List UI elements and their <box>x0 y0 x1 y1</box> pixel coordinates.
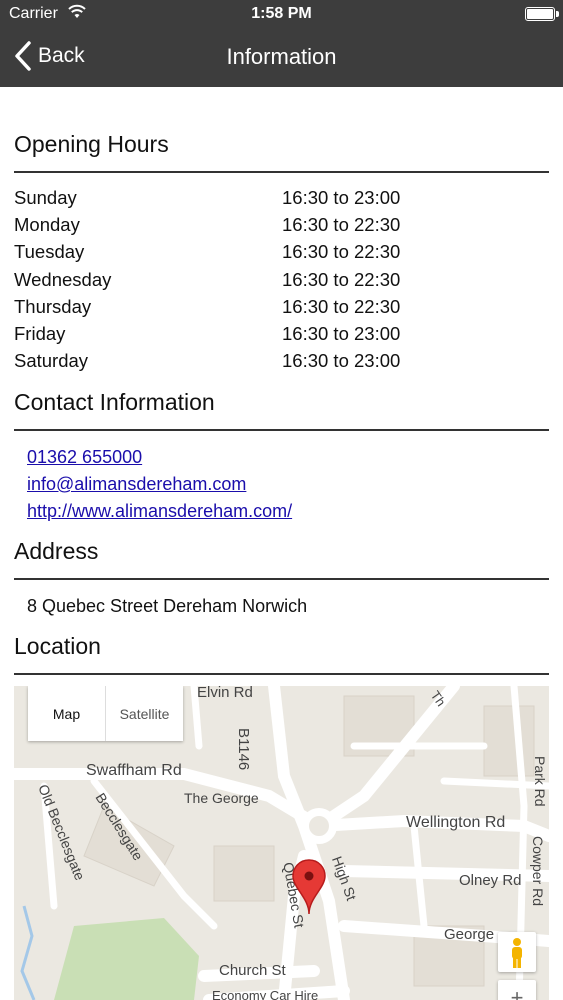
location-heading: Location <box>14 633 101 659</box>
divider <box>14 171 549 173</box>
street-view-pegman-icon[interactable] <box>498 932 536 972</box>
map-label: Elvin Rd <box>197 686 253 701</box>
day-label: Sunday <box>14 187 77 208</box>
map-type-map-button[interactable]: Map <box>28 686 105 741</box>
hours-value: 16:30 to 22:30 <box>282 268 401 290</box>
hours-value: 16:30 to 23:00 <box>282 322 401 344</box>
map-label: George <box>444 926 495 943</box>
hours-row: Tuesday 16:30 to 22:30 <box>14 238 549 265</box>
status-bar: Carrier 1:58 PM <box>0 0 563 30</box>
day-label: Monday <box>14 214 80 236</box>
location-pin-icon[interactable] <box>291 858 327 916</box>
hours-row: Wednesday 16:30 to 22:30 <box>14 266 549 293</box>
day-label: Friday <box>14 322 66 344</box>
map-label: B1146 <box>235 728 252 771</box>
opening-hours-section: Opening Hours <box>14 130 549 173</box>
contact-section: Contact Information <box>14 388 549 431</box>
hours-value: 16:30 to 23:00 <box>282 187 401 208</box>
divider <box>14 673 549 675</box>
day-label: Thursday <box>14 295 92 317</box>
hours-row: Thursday 16:30 to 22:30 <box>14 293 549 320</box>
contact-heading: Contact Information <box>14 389 215 415</box>
map-label: Cowper Rd <box>530 836 546 907</box>
map-label: The George <box>184 790 259 806</box>
hours-row: Monday 16:30 to 22:30 <box>14 211 549 238</box>
location-map[interactable]: Elvin Rd B1146 Swaffham Rd The George We… <box>14 686 549 1000</box>
hours-value: 16:30 to 22:30 <box>282 295 401 317</box>
map-label: Olney Rd <box>459 872 522 889</box>
opening-hours-table: Sunday 16:30 to 23:00 Monday 16:30 to 22:3… <box>14 184 549 374</box>
page-title: Information <box>226 44 337 69</box>
map-label: Park Rd <box>532 756 548 807</box>
hours-row: Saturday 16:30 to 23:00 <box>14 347 549 374</box>
hours-value: 16:30 to 22:30 <box>282 214 401 236</box>
day-label: Saturday <box>14 350 89 372</box>
opening-hours-heading: Opening Hours <box>14 131 169 157</box>
map-label: Economy Car Hire <box>212 988 319 1000</box>
address-section: Address <box>14 537 549 580</box>
hours-row: Friday 16:30 to 23:00 <box>14 320 549 347</box>
map-label: Wellington Rd <box>406 814 506 831</box>
website-link[interactable]: http://www.alimansdereham.com/ <box>27 498 292 525</box>
day-label: Tuesday <box>14 241 85 263</box>
navigation-bar: Carrier 1:58 PM Back Information <box>0 0 563 87</box>
zoom-in-button[interactable]: + <box>498 980 536 1000</box>
map-type-control: Map Satellite <box>28 686 183 741</box>
hours-row: Sunday 16:30 to 23:00 <box>14 184 549 211</box>
phone-link[interactable]: 01362 655000 <box>27 444 292 471</box>
status-time: 1:58 PM <box>251 5 312 22</box>
location-section: Location <box>14 632 549 675</box>
day-label: Wednesday <box>14 268 112 290</box>
map-type-satellite-button[interactable]: Satellite <box>105 686 183 741</box>
address-heading: Address <box>14 538 99 564</box>
map-label: Swaffham Rd <box>86 762 182 779</box>
email-link[interactable]: info@alimansdereham.com <box>27 471 292 498</box>
divider <box>14 578 549 580</box>
address-text: 8 Quebec Street Dereham Norwich <box>27 596 308 616</box>
contact-links: 01362 655000 info@alimansdereham.com htt… <box>27 444 292 525</box>
hours-value: 16:30 to 23:00 <box>282 350 401 372</box>
battery-icon <box>525 7 559 21</box>
divider <box>14 429 549 431</box>
hours-value: 16:30 to 22:30 <box>282 241 401 263</box>
map-label: Church St <box>219 962 286 979</box>
